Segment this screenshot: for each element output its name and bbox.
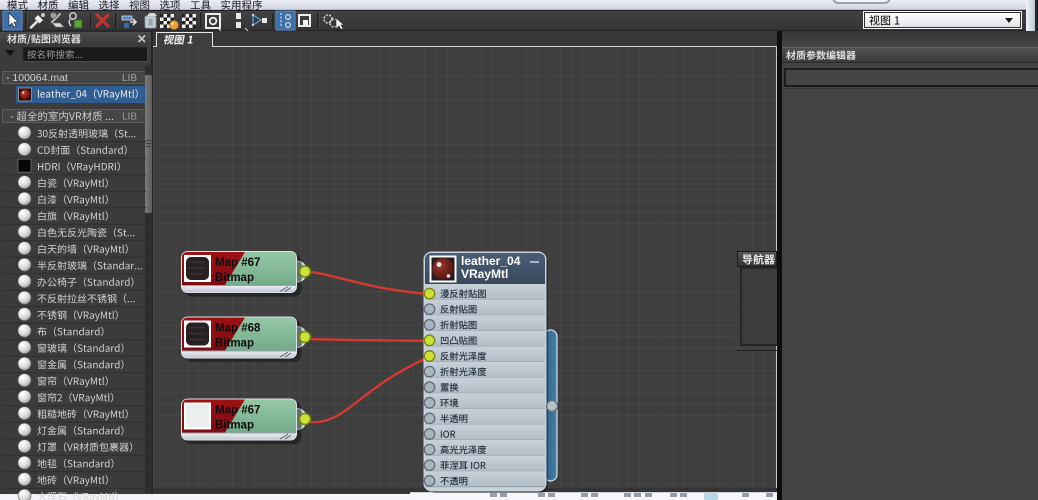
- svg-text:LIB: LIB: [122, 112, 137, 123]
- svg-text:LIB: LIB: [122, 73, 137, 84]
- svg-text:- 100064.mat: - 100064.mat: [6, 72, 68, 84]
